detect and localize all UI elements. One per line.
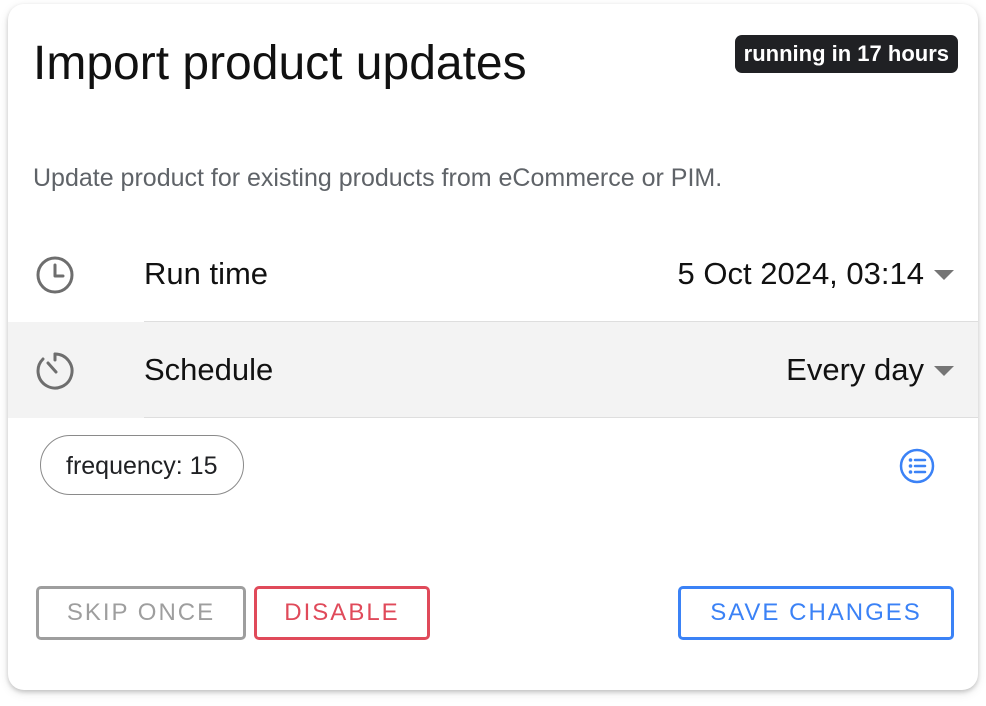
job-title: Import product updates [33,37,527,90]
timer-icon [36,352,74,390]
schedule-row[interactable]: Schedule Every day [8,322,978,418]
clock-icon [36,256,74,294]
frequency-chip[interactable]: frequency: 15 [40,435,244,495]
job-description: Update product for existing products fro… [33,164,723,192]
chevron-down-icon[interactable] [934,366,954,376]
list-icon[interactable] [898,447,936,485]
status-badge: running in 17 hours [734,35,958,73]
run-time-label: Run time [144,256,269,291]
run-time-value[interactable]: 5 Oct 2024, 03:14 [678,256,924,292]
schedule-label: Schedule [144,352,274,387]
skip-once-button[interactable]: SKIP ONCE [36,586,246,640]
save-changes-button[interactable]: SAVE CHANGES [678,586,954,640]
disable-button[interactable]: DISABLE [254,586,430,640]
chevron-down-icon[interactable] [934,270,954,280]
run-time-row[interactable]: Run time 5 Oct 2024, 03:14 [8,226,978,322]
divider [144,417,978,418]
schedule-value[interactable]: Every day [786,352,924,388]
job-card: Import product updates running in 17 hou… [8,4,978,690]
